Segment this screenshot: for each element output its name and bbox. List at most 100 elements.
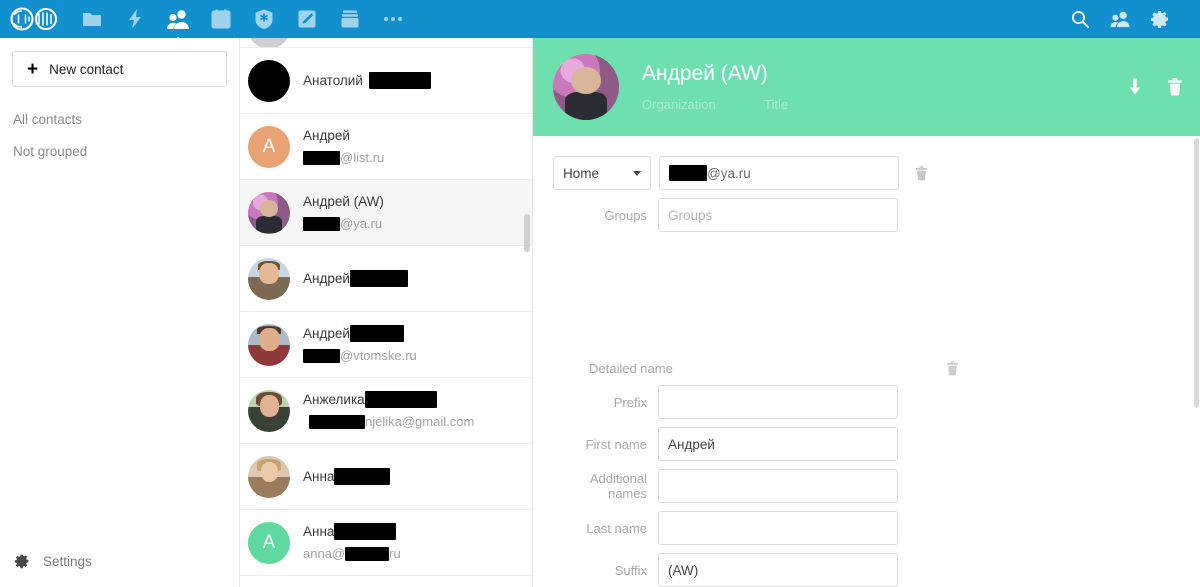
sidebar-item-all-contacts[interactable]: All contacts <box>0 103 239 135</box>
groups-input[interactable]: Groups <box>658 198 898 232</box>
contact-name: Анна <box>303 468 391 485</box>
prefix-label: Prefix <box>613 394 647 410</box>
redacted-block <box>349 325 404 342</box>
list-item[interactable]: Андрей <box>240 246 532 312</box>
group-list: All contacts Not grouped <box>0 103 239 167</box>
list-item[interactable]: Анатолий <box>240 48 532 114</box>
nav-item-notes[interactable] <box>285 0 328 38</box>
contact-name-text: Андрей <box>303 326 350 341</box>
list-item[interactable] <box>240 38 532 48</box>
list-scrollbar[interactable] <box>524 214 530 252</box>
suffix-input[interactable]: (AW) <box>658 553 898 587</box>
contact-name-text: Анна <box>303 524 335 539</box>
first-name-input[interactable]: Андрей <box>658 427 898 461</box>
list-item-text: Андрей <box>303 270 408 287</box>
nav-item-deck[interactable] <box>328 0 371 38</box>
title-field[interactable]: Title <box>764 97 788 112</box>
prefix-row: Prefix <box>533 385 1200 419</box>
delete-email-icon[interactable] <box>914 165 929 182</box>
contacts-menu-button[interactable] <box>1100 0 1140 38</box>
email-row: Home @ya.ru <box>533 156 1200 190</box>
list-item-selected[interactable]: Андрей (AW) @ya.ru <box>240 180 532 246</box>
suffix-value: (AW) <box>668 562 699 578</box>
groups-placeholder: Groups <box>668 207 713 223</box>
search-icon-button[interactable] <box>1060 0 1100 38</box>
list-item[interactable]: Анжелика njelika@gmail.com <box>240 378 532 444</box>
last-name-label: Last name <box>586 520 647 536</box>
contact-email-text-2: ru <box>389 546 401 561</box>
sidebar-item-label: All contacts <box>13 111 83 127</box>
avatar <box>248 59 290 102</box>
settings-label: Settings <box>43 553 92 569</box>
email-value-suffix: @ya.ru <box>707 165 751 181</box>
new-contact-label: New contact <box>49 61 124 77</box>
contact-name: Андрей <box>303 270 408 287</box>
gear-icon-button[interactable] <box>1140 0 1180 38</box>
nav-item-passwords[interactable] <box>242 0 285 38</box>
redacted-block <box>334 468 391 485</box>
contacts-app: + New contact All contacts Not grouped S… <box>0 0 1200 587</box>
avatar <box>248 455 290 498</box>
contact-name: Андрей (AW) <box>303 193 384 210</box>
contact-email: anna@ ru <box>303 545 401 562</box>
detailed-name-section-header: Detailed name <box>533 360 1200 377</box>
list-item-text: Анна <box>303 468 391 485</box>
list-item-text: Анжелика njelika@gmail.com <box>303 391 474 430</box>
contact-name-text: Анатолий <box>303 73 363 88</box>
contact-form: Home @ya.ru Groups Groups Detailed name … <box>533 136 1200 587</box>
contact-name: Анна <box>303 523 401 540</box>
sidebar-item-not-grouped[interactable]: Not grouped <box>0 135 239 167</box>
avatar: A <box>248 125 290 168</box>
download-icon[interactable] <box>1122 73 1148 101</box>
organization-field[interactable]: Organization <box>642 97 764 112</box>
form-spacer <box>533 240 1200 360</box>
email-type-select[interactable]: Home <box>553 156 651 190</box>
list-item[interactable]: Андрей @vtomske.ru <box>240 312 532 378</box>
nav-item-activity[interactable] <box>113 0 156 38</box>
app-nav-icons <box>70 0 414 46</box>
contact-email: @list.ru <box>303 149 384 166</box>
avatar <box>248 323 290 366</box>
contact-email-text: @vtomske.ru <box>340 348 417 363</box>
contact-email: njelika@gmail.com <box>303 413 474 430</box>
avatar <box>248 389 290 432</box>
contact-email: @ya.ru <box>303 215 384 232</box>
nav-item-calendar[interactable] <box>199 0 242 38</box>
nav-item-files[interactable] <box>70 0 113 38</box>
additional-names-input[interactable] <box>658 469 898 503</box>
detail-scrollbar[interactable] <box>1194 138 1199 408</box>
list-item[interactable]: A Анна anna@ ru <box>240 510 532 576</box>
avatar[interactable] <box>553 54 619 120</box>
contact-full-name[interactable]: Андрей (AW) <box>642 62 788 86</box>
first-name-value: Андрей <box>668 436 715 452</box>
delete-detailed-name-icon[interactable] <box>945 360 960 377</box>
suffix-row: Suffix (AW) <box>533 553 1200 587</box>
new-contact-button[interactable]: + New contact <box>12 51 227 87</box>
nextcloud-logo[interactable] <box>0 0 70 38</box>
trash-icon[interactable] <box>1162 73 1188 101</box>
additional-names-row: Additional names <box>533 469 1200 503</box>
plus-icon: + <box>27 58 39 80</box>
list-item-text: Андрей @list.ru <box>303 127 384 166</box>
list-item-text: Андрей @vtomske.ru <box>303 325 417 364</box>
redacted-block <box>303 348 340 363</box>
list-item[interactable]: Анна <box>240 444 532 510</box>
contact-header-sub: Organization Title <box>642 97 788 112</box>
contact-header-names: Андрей (AW) Organization Title <box>642 62 788 112</box>
sidebar-settings-button[interactable]: Settings <box>0 547 240 575</box>
last-name-input[interactable] <box>658 511 898 545</box>
prefix-input[interactable] <box>658 385 898 419</box>
contact-email-text: @list.ru <box>340 150 385 165</box>
additional-names-label: Additional names <box>589 471 647 501</box>
last-name-row: Last name <box>533 511 1200 545</box>
nav-item-contacts[interactable] <box>156 0 199 46</box>
email-input[interactable]: @ya.ru <box>659 156 899 190</box>
contact-name: Анатолий <box>303 72 431 89</box>
gear-icon <box>14 553 30 569</box>
contact-detail-header: Андрей (AW) Organization Title <box>533 38 1200 136</box>
avatar: A <box>248 521 290 564</box>
contact-list[interactable]: Анатолий A Андрей @list.ru Андрей (AW) @… <box>240 38 533 587</box>
left-sidebar: + New contact All contacts Not grouped S… <box>0 38 240 587</box>
nav-item-more[interactable] <box>371 0 414 38</box>
list-item[interactable]: A Андрей @list.ru <box>240 114 532 180</box>
